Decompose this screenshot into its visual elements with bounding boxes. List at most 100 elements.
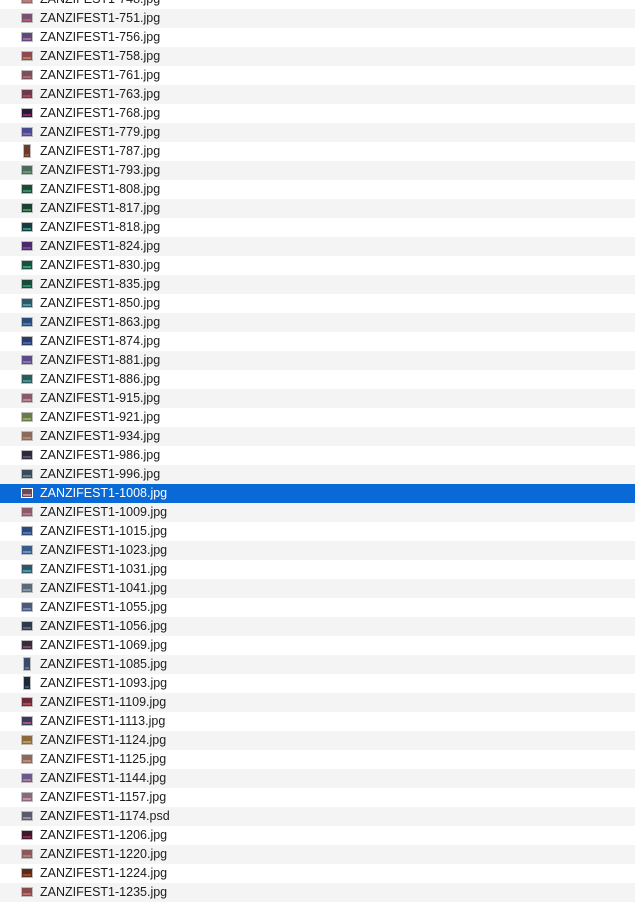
file-row[interactable]: ZANZIFEST1-768.jpg [0, 104, 635, 123]
file-name: ZANZIFEST1-921.jpg [40, 410, 161, 424]
file-name: ZANZIFEST1-1220.jpg [40, 847, 168, 861]
image-thumbnail-icon [21, 165, 33, 175]
file-name: ZANZIFEST1-1157.jpg [40, 790, 167, 804]
image-thumbnail-icon [21, 583, 33, 593]
file-name: ZANZIFEST1-1015.jpg [40, 524, 168, 538]
image-thumbnail-icon [21, 203, 33, 213]
file-row[interactable]: ZANZIFEST1-748.jpg [0, 0, 635, 9]
file-name: ZANZIFEST1-1055.jpg [40, 600, 168, 614]
image-thumbnail-icon [21, 13, 33, 23]
image-thumbnail-icon [21, 0, 33, 4]
file-row[interactable]: ZANZIFEST1-824.jpg [0, 237, 635, 256]
image-thumbnail-icon [21, 279, 33, 289]
file-row[interactable]: ZANZIFEST1-1157.jpg [0, 788, 635, 807]
image-thumbnail-icon [21, 51, 33, 61]
file-row[interactable]: ZANZIFEST1-1124.jpg [0, 731, 635, 750]
file-name: ZANZIFEST1-817.jpg [40, 201, 161, 215]
file-row[interactable]: ZANZIFEST1-1093.jpg [0, 674, 635, 693]
file-name: ZANZIFEST1-1206.jpg [40, 828, 168, 842]
file-name: ZANZIFEST1-915.jpg [40, 391, 161, 405]
file-name: ZANZIFEST1-850.jpg [40, 296, 161, 310]
file-row[interactable]: ZANZIFEST1-886.jpg [0, 370, 635, 389]
file-row[interactable]: ZANZIFEST1-934.jpg [0, 427, 635, 446]
file-row[interactable]: ZANZIFEST1-808.jpg [0, 180, 635, 199]
file-row[interactable]: ZANZIFEST1-818.jpg [0, 218, 635, 237]
file-name: ZANZIFEST1-748.jpg [40, 0, 160, 9]
file-row[interactable]: ZANZIFEST1-1174.psd [0, 807, 635, 826]
file-row[interactable]: ZANZIFEST1-1220.jpg [0, 845, 635, 864]
file-name: ZANZIFEST1-763.jpg [40, 87, 161, 101]
image-thumbnail-icon [21, 393, 33, 403]
image-thumbnail-icon [21, 412, 33, 422]
file-row[interactable]: ZANZIFEST1-793.jpg [0, 161, 635, 180]
file-name: ZANZIFEST1-758.jpg [40, 49, 161, 63]
file-row[interactable]: ZANZIFEST1-874.jpg [0, 332, 635, 351]
file-name: ZANZIFEST1-779.jpg [40, 125, 161, 139]
image-thumbnail-icon [21, 849, 33, 859]
file-row[interactable]: ZANZIFEST1-1125.jpg [0, 750, 635, 769]
file-row[interactable]: ZANZIFEST1-1113.jpg [0, 712, 635, 731]
file-row-selected[interactable]: ZANZIFEST1-1008.jpg [0, 484, 635, 503]
file-row[interactable]: ZANZIFEST1-1023.jpg [0, 541, 635, 560]
file-row[interactable]: ZANZIFEST1-830.jpg [0, 256, 635, 275]
file-row[interactable]: ZANZIFEST1-915.jpg [0, 389, 635, 408]
file-row[interactable]: ZANZIFEST1-835.jpg [0, 275, 635, 294]
image-thumbnail-icon [21, 811, 33, 821]
file-row[interactable]: ZANZIFEST1-1069.jpg [0, 636, 635, 655]
file-name: ZANZIFEST1-1224.jpg [40, 866, 168, 880]
file-row[interactable]: ZANZIFEST1-1009.jpg [0, 503, 635, 522]
file-row[interactable]: ZANZIFEST1-817.jpg [0, 199, 635, 218]
file-name: ZANZIFEST1-1069.jpg [40, 638, 168, 652]
file-row[interactable]: ZANZIFEST1-761.jpg [0, 66, 635, 85]
file-row[interactable]: ZANZIFEST1-881.jpg [0, 351, 635, 370]
file-row[interactable]: ZANZIFEST1-1206.jpg [0, 826, 635, 845]
file-row[interactable]: ZANZIFEST1-1224.jpg [0, 864, 635, 883]
file-row[interactable]: ZANZIFEST1-751.jpg [0, 9, 635, 28]
file-name: ZANZIFEST1-756.jpg [40, 30, 161, 44]
file-name: ZANZIFEST1-986.jpg [40, 448, 161, 462]
file-row[interactable]: ZANZIFEST1-996.jpg [0, 465, 635, 484]
file-row[interactable]: ZANZIFEST1-779.jpg [0, 123, 635, 142]
file-name: ZANZIFEST1-824.jpg [40, 239, 161, 253]
file-row[interactable]: ZANZIFEST1-1056.jpg [0, 617, 635, 636]
file-name: ZANZIFEST1-1144.jpg [40, 771, 167, 785]
image-thumbnail-icon [21, 108, 33, 118]
file-row[interactable]: ZANZIFEST1-1235.jpg [0, 883, 635, 902]
file-row[interactable]: ZANZIFEST1-921.jpg [0, 408, 635, 427]
file-row[interactable]: ZANZIFEST1-1031.jpg [0, 560, 635, 579]
image-thumbnail-icon [21, 70, 33, 80]
file-row[interactable]: ZANZIFEST1-1085.jpg [0, 655, 635, 674]
file-name: ZANZIFEST1-881.jpg [40, 353, 161, 367]
file-name: ZANZIFEST1-934.jpg [40, 429, 161, 443]
file-name: ZANZIFEST1-1031.jpg [40, 562, 168, 576]
file-name: ZANZIFEST1-1109.jpg [40, 695, 167, 709]
file-row[interactable]: ZANZIFEST1-1055.jpg [0, 598, 635, 617]
file-name: ZANZIFEST1-1023.jpg [40, 543, 168, 557]
file-row[interactable]: ZANZIFEST1-763.jpg [0, 85, 635, 104]
file-name: ZANZIFEST1-1125.jpg [40, 752, 167, 766]
file-row[interactable]: ZANZIFEST1-756.jpg [0, 28, 635, 47]
file-name: ZANZIFEST1-1085.jpg [40, 657, 168, 671]
file-row[interactable]: ZANZIFEST1-1109.jpg [0, 693, 635, 712]
image-thumbnail-icon [21, 89, 33, 99]
file-name: ZANZIFEST1-1124.jpg [40, 733, 167, 747]
file-row[interactable]: ZANZIFEST1-863.jpg [0, 313, 635, 332]
file-name: ZANZIFEST1-874.jpg [40, 334, 161, 348]
file-name: ZANZIFEST1-1041.jpg [40, 581, 168, 595]
image-thumbnail-icon [21, 868, 33, 878]
file-name: ZANZIFEST1-787.jpg [40, 144, 161, 158]
image-thumbnail-icon [23, 144, 31, 158]
file-row[interactable]: ZANZIFEST1-850.jpg [0, 294, 635, 313]
image-thumbnail-icon [21, 716, 33, 726]
file-name: ZANZIFEST1-751.jpg [40, 11, 161, 25]
image-thumbnail-icon [21, 602, 33, 612]
image-thumbnail-icon [21, 773, 33, 783]
file-row[interactable]: ZANZIFEST1-1015.jpg [0, 522, 635, 541]
file-row[interactable]: ZANZIFEST1-1041.jpg [0, 579, 635, 598]
image-thumbnail-icon [21, 830, 33, 840]
file-row[interactable]: ZANZIFEST1-986.jpg [0, 446, 635, 465]
file-row[interactable]: ZANZIFEST1-758.jpg [0, 47, 635, 66]
file-row[interactable]: ZANZIFEST1-1144.jpg [0, 769, 635, 788]
file-name: ZANZIFEST1-1093.jpg [40, 676, 168, 690]
file-row[interactable]: ZANZIFEST1-787.jpg [0, 142, 635, 161]
